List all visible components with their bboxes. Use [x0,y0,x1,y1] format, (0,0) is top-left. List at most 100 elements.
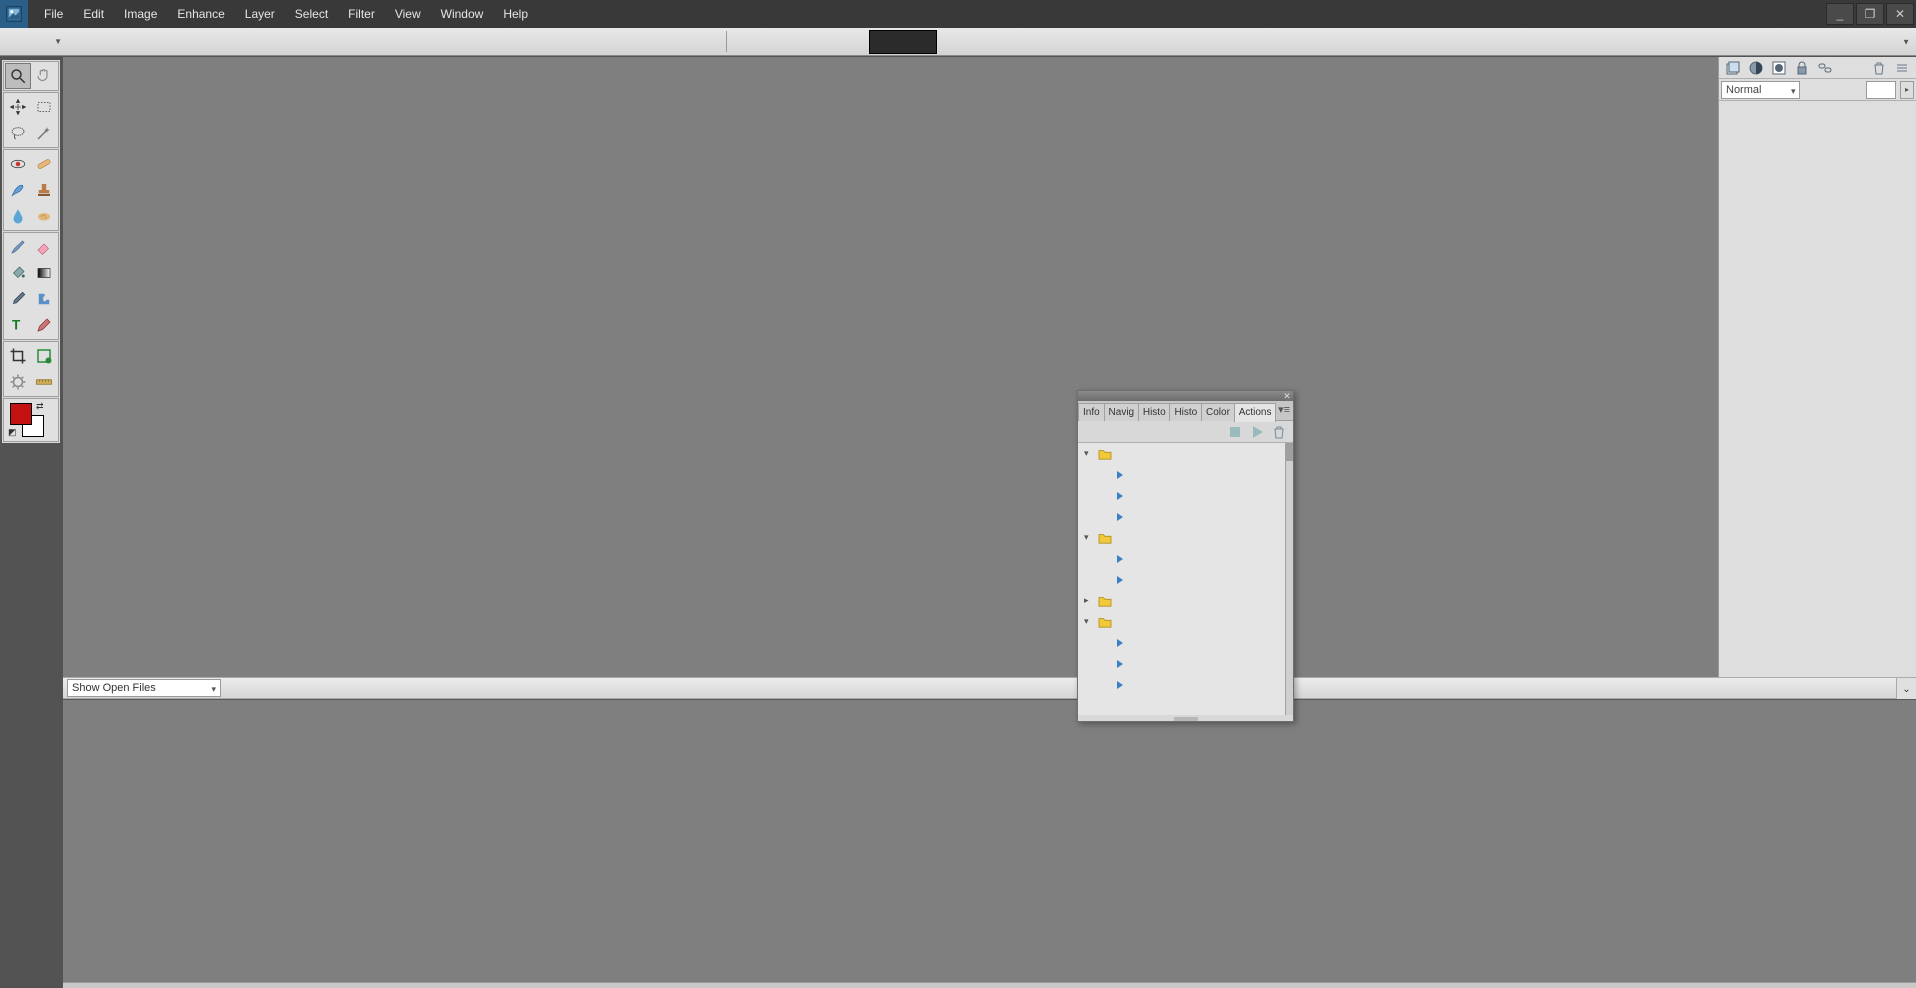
hand-tool[interactable] [31,63,57,89]
action-item[interactable] [1078,485,1285,506]
link-layers-button[interactable] [1815,59,1835,77]
sponge-tool[interactable] [31,203,57,229]
tab-histogram2[interactable]: Histo [1169,403,1202,421]
opacity-input[interactable] [1866,81,1896,99]
action-play-icon [1117,660,1123,668]
crop-tool[interactable] [5,343,31,369]
eraser-tool[interactable] [31,234,57,260]
actions-scrollbar[interactable] [1285,443,1293,715]
clone-stamp-tool[interactable] [31,177,57,203]
text-tool[interactable]: T [5,312,31,338]
disclosure-down-icon[interactable]: ▾ [1084,532,1094,543]
new-layer-button[interactable] [1723,59,1743,77]
menu-image[interactable]: Image [114,0,167,28]
layers-icon-row [1719,57,1916,79]
options-menu-icon[interactable]: ▼ [1902,37,1910,46]
lasso-tool[interactable] [5,120,31,146]
window-close-button[interactable]: ✕ [1886,3,1914,25]
swap-colors-icon[interactable]: ⇄ [36,401,44,412]
move-tool[interactable] [5,94,31,120]
redeye-tool[interactable] [5,151,31,177]
brush-tool[interactable] [5,234,31,260]
straighten-tool[interactable] [31,369,57,395]
stop-action-button[interactable] [1227,424,1243,440]
action-item[interactable] [1078,464,1285,485]
tool-group-view [3,61,59,91]
default-colors-icon[interactable]: ◩ [8,427,17,438]
delete-action-button[interactable] [1271,424,1287,440]
eyedropper-tool[interactable] [5,286,31,312]
blur-tool[interactable] [5,203,31,229]
action-item[interactable] [1078,548,1285,569]
tab-color[interactable]: Color [1201,403,1235,421]
action-item[interactable] [1078,653,1285,674]
delete-layer-button[interactable] [1869,59,1889,77]
actions-panel-menu-button[interactable]: ▾≡ [1275,401,1293,420]
tab-actions[interactable]: Actions [1234,403,1276,422]
options-bar: ▼ ▼ [0,28,1916,56]
layers-list[interactable] [1719,101,1916,700]
blend-mode-select[interactable]: Normal [1721,81,1800,99]
menu-select[interactable]: Select [285,0,338,28]
tab-info[interactable]: Info [1078,403,1105,421]
menubar: File Edit Image Enhance Layer Select Fil… [0,0,1916,28]
action-folder[interactable]: ▾ [1078,527,1285,548]
action-play-icon [1117,513,1123,521]
options-swatch-box[interactable] [869,30,937,54]
opacity-flyout[interactable]: ▸ [1900,81,1914,99]
actions-panel-resize-handle[interactable] [1174,717,1198,721]
menu-file[interactable]: File [34,0,73,28]
action-folder[interactable]: ▾ [1078,611,1285,632]
action-folder[interactable]: ▾ [1078,443,1285,464]
action-item[interactable] [1078,674,1285,695]
disclosure-right-icon[interactable]: ▸ [1084,595,1094,606]
actions-tree[interactable]: ▾ ▾ ▸ ▾ [1078,443,1285,715]
menu-enhance[interactable]: Enhance [167,0,234,28]
disclosure-down-icon[interactable]: ▾ [1084,448,1094,459]
menu-layer[interactable]: Layer [235,0,285,28]
eraser-icon [35,238,53,256]
menu-window[interactable]: Window [431,0,494,28]
disclosure-down-icon[interactable]: ▾ [1084,616,1094,627]
play-action-button[interactable] [1249,424,1265,440]
zoom-tool[interactable] [5,63,31,89]
tab-histogram1[interactable]: Histo [1138,403,1171,421]
action-folder[interactable]: ▸ [1078,590,1285,611]
recompose-tool[interactable] [31,343,57,369]
adjustment-layer-button[interactable] [1746,59,1766,77]
menu-help[interactable]: Help [493,0,538,28]
healing-tool[interactable] [31,151,57,177]
action-item[interactable] [1078,506,1285,527]
scrollbar-thumb[interactable] [1286,443,1293,461]
tab-navigator[interactable]: Navig [1104,403,1139,421]
pencil-tool[interactable] [31,312,57,338]
cookie-cutter-tool[interactable] [5,369,31,395]
action-item[interactable] [1078,632,1285,653]
gradient-tool[interactable] [31,260,57,286]
window-minimize-button[interactable]: _ [1826,3,1854,25]
brush-soft-tool[interactable] [5,177,31,203]
paint-bucket-tool[interactable] [5,260,31,286]
actions-panel-titlebar[interactable]: ✕ [1078,391,1293,401]
menu-edit[interactable]: Edit [73,0,114,28]
layers-menu-button[interactable] [1892,59,1912,77]
actions-panel-close-button[interactable]: ✕ [1281,391,1293,401]
window-maximize-button[interactable]: ❐ [1856,3,1884,25]
options-tool-preset[interactable]: ▼ [0,37,70,46]
menu-view[interactable]: View [385,0,431,28]
marquee-tool[interactable] [31,94,57,120]
magic-wand-tool[interactable] [31,120,57,146]
layer-mask-button[interactable] [1769,59,1789,77]
photo-bin-select[interactable]: Show Open Files [67,679,221,697]
foreground-color-swatch[interactable] [10,403,32,425]
shape-tool[interactable] [31,286,57,312]
action-play-icon [1117,555,1123,563]
photo-bin-collapse-button[interactable]: ⌄ [1896,678,1916,700]
action-play-icon [1117,492,1123,500]
action-item[interactable] [1078,569,1285,590]
sponge-icon [35,207,53,225]
lock-layer-button[interactable] [1792,59,1812,77]
action-play-icon [1117,576,1123,584]
menu-filter[interactable]: Filter [338,0,385,28]
actions-panel[interactable]: ✕ Info Navig Histo Histo Color Actions ▾… [1077,390,1294,722]
